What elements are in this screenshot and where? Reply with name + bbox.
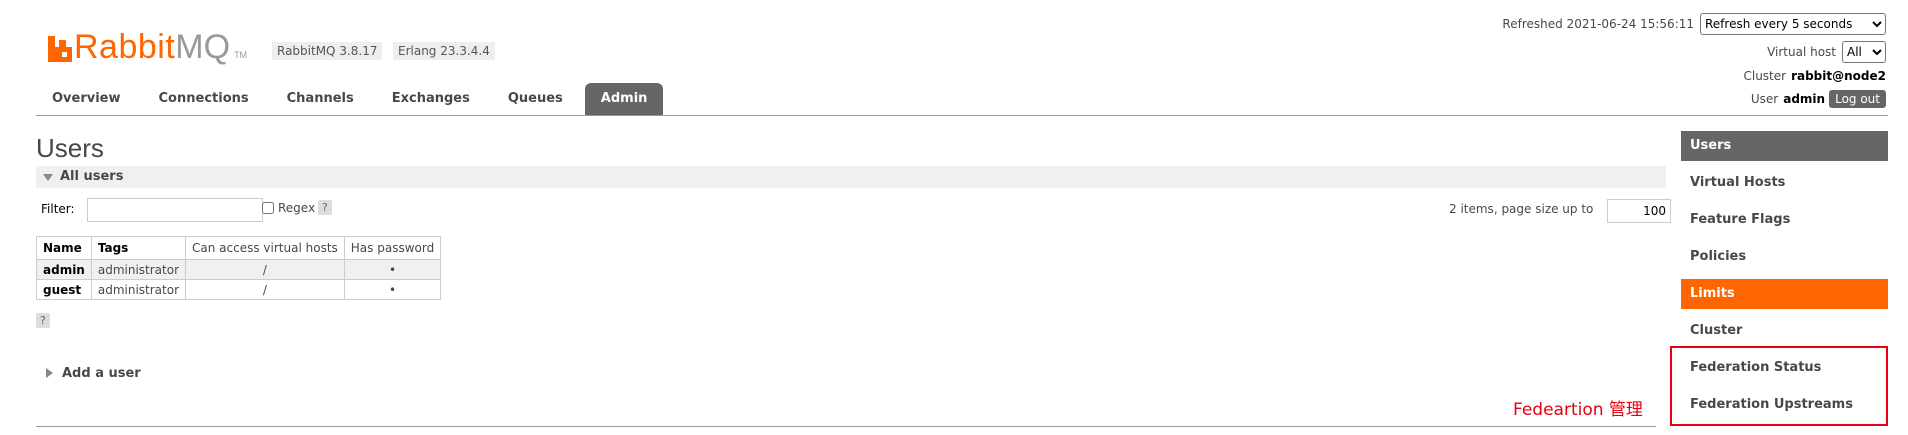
nav-divider — [36, 115, 1888, 116]
items-count-text: 2 items, page size up to — [1449, 202, 1594, 216]
menu-item-cluster[interactable]: Cluster — [1681, 316, 1888, 346]
footer-divider — [36, 426, 1656, 427]
vhost-row: Virtual host All — [1767, 41, 1886, 63]
tab-queues[interactable]: Queues — [492, 83, 579, 115]
logout-button[interactable]: Log out — [1829, 90, 1886, 108]
user-name-link[interactable]: guest — [36, 279, 92, 300]
menu-item-virtual-hosts[interactable]: Virtual Hosts — [1681, 168, 1888, 198]
vhost-select[interactable]: All — [1842, 41, 1886, 63]
user-name-link[interactable]: admin — [36, 259, 92, 280]
user-row: User admin Log out — [1751, 90, 1886, 108]
tab-connections[interactable]: Connections — [143, 83, 265, 115]
menu-item-users[interactable]: Users — [1681, 131, 1888, 161]
logo-trademark: TM — [234, 50, 248, 60]
user-vhosts: / — [185, 259, 345, 280]
current-user: admin — [1783, 92, 1826, 106]
rabbitmq-version-badge: RabbitMQ 3.8.17 — [272, 42, 383, 60]
add-user-title: Add a user — [62, 365, 141, 381]
column-header-vhosts[interactable]: Can access virtual hosts — [185, 236, 345, 260]
expand-arrow-icon — [46, 368, 53, 378]
erlang-version-badge: Erlang 23.3.4.4 — [393, 42, 495, 60]
page-title: Users — [36, 133, 104, 163]
user-label: User — [1750, 92, 1779, 106]
annotation-highlight-box — [1670, 346, 1888, 426]
menu-item-limits[interactable]: Limits — [1681, 279, 1888, 309]
cluster-label: Cluster — [1743, 69, 1787, 83]
table-row[interactable]: guest administrator / • — [36, 279, 442, 300]
collapse-arrow-icon — [43, 174, 53, 181]
section-title: All users — [60, 169, 124, 184]
table-header-row: Name Tags Can access virtual hosts Has p… — [36, 236, 442, 260]
cluster-row: Cluster rabbit@node2 — [1743, 69, 1886, 83]
table-help-button[interactable]: ? — [36, 313, 50, 328]
filter-help-button[interactable]: ? — [318, 200, 332, 215]
rabbit-logo-icon — [48, 36, 72, 62]
page-size-input[interactable] — [1607, 199, 1671, 223]
annotation-label: Fedeartion 管理 — [1513, 400, 1643, 420]
tab-overview[interactable]: Overview — [36, 83, 137, 115]
column-header-password[interactable]: Has password — [343, 236, 442, 260]
refreshed-timestamp: Refreshed 2021-06-24 15:56:11 — [1502, 17, 1694, 31]
menu-item-policies[interactable]: Policies — [1681, 242, 1888, 272]
user-has-password: • — [343, 279, 442, 300]
users-table: Name Tags Can access virtual hosts Has p… — [36, 236, 442, 300]
regex-checkbox[interactable] — [262, 202, 274, 214]
main-nav: Overview Connections Channels Exchanges … — [36, 83, 669, 115]
tab-admin[interactable]: Admin — [584, 83, 664, 115]
user-has-password: • — [343, 259, 442, 280]
vhost-label: Virtual host — [1767, 45, 1836, 59]
cluster-name: rabbit@node2 — [1791, 69, 1886, 83]
all-users-section-header[interactable]: All users — [36, 166, 1666, 188]
filter-input[interactable] — [87, 198, 263, 222]
logo-word-mq: MQ — [175, 28, 231, 66]
add-user-section-header[interactable]: Add a user — [46, 365, 141, 381]
table-row[interactable]: admin administrator / • — [36, 259, 442, 280]
menu-item-feature-flags[interactable]: Feature Flags — [1681, 205, 1888, 235]
tab-exchanges[interactable]: Exchanges — [376, 83, 486, 115]
user-tags: administrator — [90, 259, 187, 280]
user-vhosts: / — [185, 279, 345, 300]
tab-channels[interactable]: Channels — [271, 83, 370, 115]
refresh-status: Refreshed 2021-06-24 15:56:11 Refresh ev… — [1502, 13, 1886, 35]
filter-label: Filter: — [41, 202, 75, 216]
logo-word-rabbit: Rabbit — [74, 28, 176, 66]
user-tags: administrator — [90, 279, 187, 300]
regex-label: Regex — [278, 201, 316, 215]
column-header-tags[interactable]: Tags — [90, 236, 187, 260]
refresh-interval-select[interactable]: Refresh every 5 seconds — [1700, 13, 1886, 35]
rabbitmq-logo: Rabbit MQ TM — [48, 22, 248, 66]
column-header-name[interactable]: Name — [36, 236, 92, 260]
